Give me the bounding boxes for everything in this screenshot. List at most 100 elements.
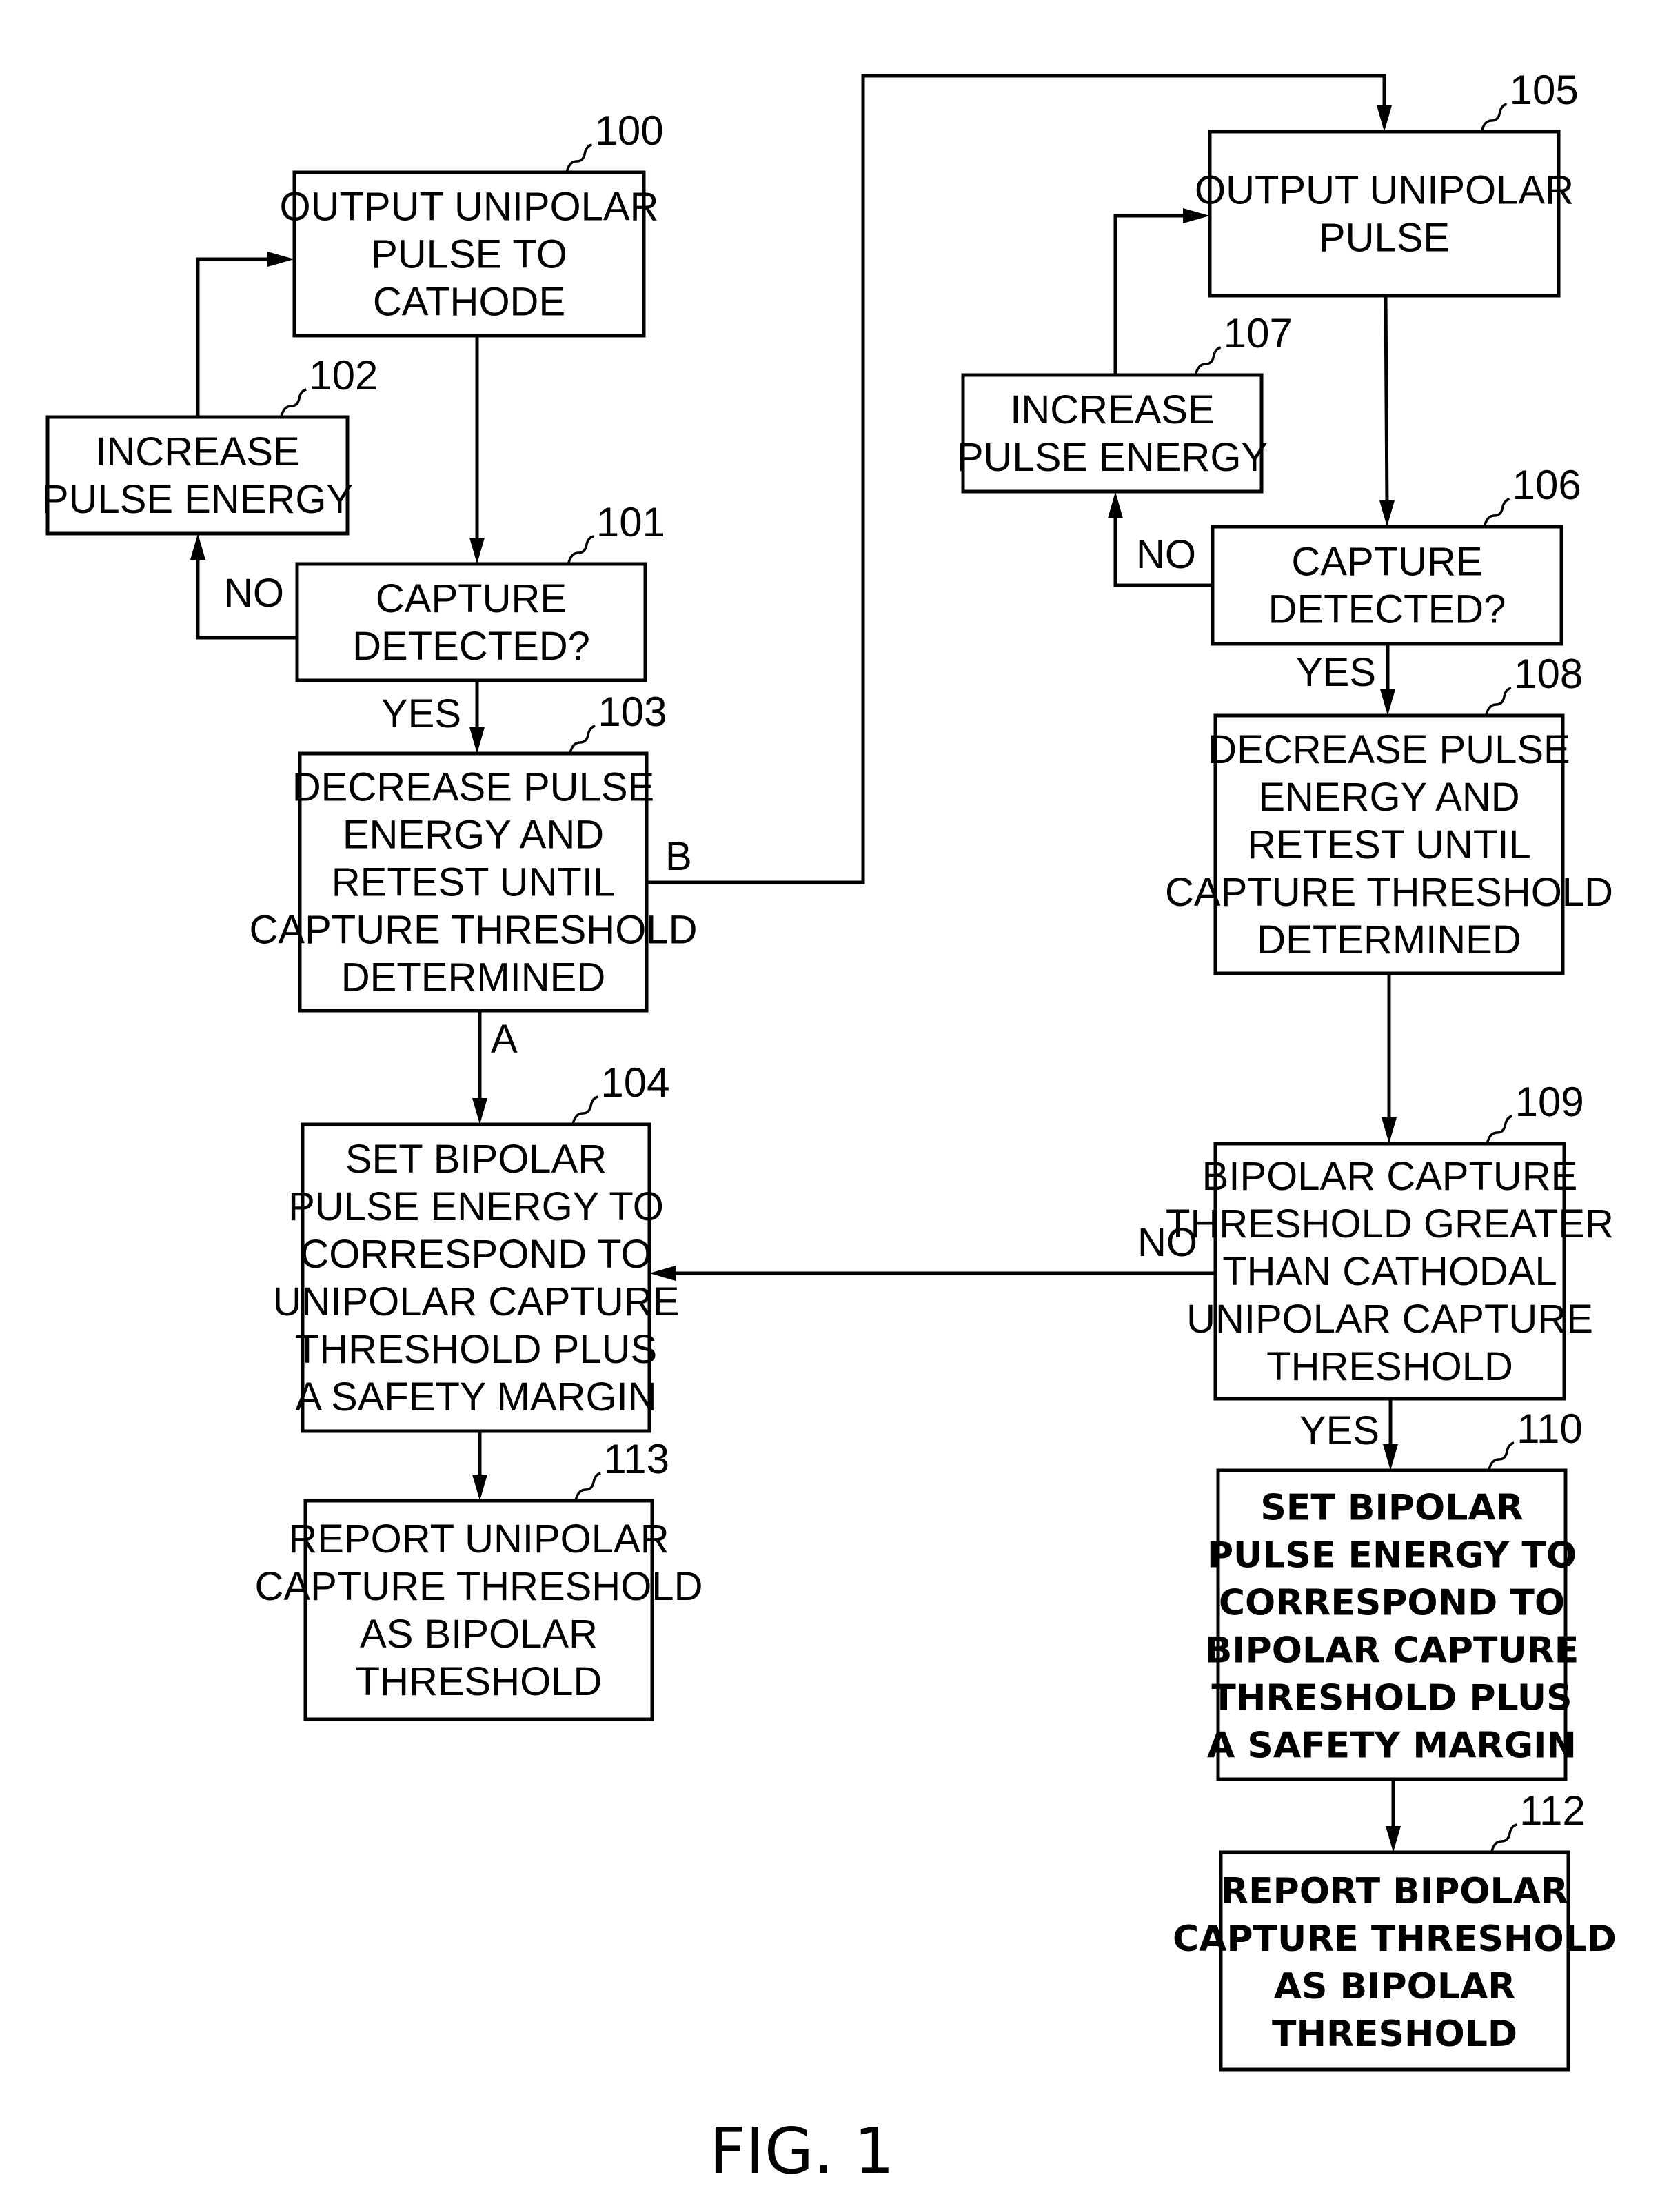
- reference-leader: [1195, 346, 1222, 374]
- arrowhead-into-107: [1108, 492, 1123, 518]
- arrowhead-into-106: [1379, 500, 1395, 527]
- box-text-line: SET BIPOLAR: [345, 1137, 607, 1182]
- edge-label-103-a: A: [491, 1017, 518, 1062]
- box-text-line: PULSE TO: [371, 232, 567, 277]
- process-box-102: INCREASEPULSE ENERGY 102: [42, 352, 378, 536]
- box-text-line: CAPTURE THRESHOLD: [255, 1564, 703, 1609]
- box-text-line: DETERMINED: [341, 955, 605, 1000]
- reference-numeral: 104: [600, 1060, 669, 1106]
- reference-leader: [569, 725, 596, 753]
- edge-label-103-b: B: [665, 834, 692, 879]
- box-text-line: ENERGY AND: [1258, 775, 1519, 820]
- box-text-line: CAPTURE THRESHOLD: [1173, 1918, 1617, 1960]
- arrowhead-into-100: [267, 252, 294, 267]
- reference-leader: [1483, 498, 1510, 526]
- reference-leader: [1488, 1441, 1515, 1470]
- arrowhead-into-101: [469, 538, 485, 564]
- box-text-line: OUTPUT UNIPOLAR: [279, 185, 658, 230]
- process-boxes: OUTPUT UNIPOLARPULSE TOCATHODE100INCREAS…: [42, 67, 1617, 2072]
- process-box-110: SET BIPOLAR PULSE ENERGY TO CORRESPOND TO B…: [1205, 1406, 1583, 1781]
- edge-label-106-yes: YES: [1296, 650, 1376, 695]
- box-text-line: PULSE ENERGY: [957, 435, 1268, 480]
- box-text-line: THRESHOLD: [1272, 2014, 1517, 2055]
- reference-numeral: 109: [1515, 1079, 1584, 1125]
- box-text-line: BIPOLAR CAPTURE: [1205, 1630, 1579, 1672]
- flowchart-figure: NO YES A B NO YES NO YES OUTPUT UNIPOLAR…: [42, 67, 1617, 2188]
- box-text-line: REPORT UNIPOLAR: [288, 1517, 669, 1561]
- arrowhead-into-110: [1383, 1444, 1398, 1470]
- box-text-line: THAN CATHODAL: [1222, 1249, 1557, 1294]
- arrowhead-into-109: [1382, 1117, 1397, 1144]
- reference-leader: [571, 1095, 598, 1124]
- reference-leader: [1485, 687, 1512, 715]
- edge-105-106: [1384, 295, 1389, 508]
- box-text-line: ENERGY AND: [343, 813, 604, 858]
- box-text-line: A SAFETY MARGIN: [295, 1375, 656, 1419]
- edge-label-101-no: NO: [224, 571, 284, 616]
- box-text-line: RETEST UNTIL: [332, 860, 615, 905]
- box-text-line: DETERMINED: [1257, 918, 1521, 962]
- box-text-line: AS BIPOLAR: [1274, 1966, 1516, 2007]
- box-text-line: PULSE ENERGY: [42, 477, 353, 522]
- process-box-104: SET BIPOLARPULSE ENERGY TOCORRESPOND TOU…: [273, 1060, 680, 1433]
- edge-107-105: [1113, 214, 1191, 375]
- box-text-line: RETEST UNTIL: [1247, 822, 1530, 867]
- box-text-line: INCREASE: [95, 429, 300, 474]
- box-text-line: DETECTED?: [1268, 587, 1506, 632]
- arrowhead-into-104-right: [649, 1266, 676, 1281]
- process-box-101: CAPTUREDETECTED? 101: [295, 499, 665, 682]
- reference-leader: [1480, 103, 1508, 131]
- reference-numeral: 112: [1519, 1787, 1586, 1834]
- process-box-106: CAPTUREDETECTED? 106: [1211, 462, 1581, 646]
- box-text-line: CATHODE: [373, 280, 565, 325]
- box-outline: [1208, 130, 1561, 298]
- box-text-line: CAPTURE THRESHOLD: [250, 908, 698, 953]
- box-text-line: UNIPOLAR CAPTURE: [273, 1279, 680, 1324]
- box-text-line: PULSE: [1319, 216, 1450, 261]
- reference-leader: [280, 388, 307, 416]
- arrowhead-into-102: [190, 534, 205, 560]
- arrowhead-into-103: [469, 727, 485, 753]
- box-text-line: DECREASE PULSE: [292, 765, 654, 810]
- box-text-line: PULSE ENERGY TO: [1207, 1535, 1577, 1577]
- process-box-105: OUTPUT UNIPOLARPULSE 105: [1195, 67, 1579, 298]
- reference-leader: [567, 535, 594, 563]
- reference-numeral: 101: [596, 499, 665, 545]
- box-text-line: THRESHOLD: [356, 1659, 603, 1704]
- reference-numeral: 113: [603, 1436, 669, 1482]
- reference-numeral: 100: [594, 108, 663, 154]
- box-text-line: OUTPUT UNIPOLAR: [1195, 168, 1574, 213]
- box-text-line: CAPTURE: [376, 576, 567, 621]
- process-box-107: INCREASEPULSE ENERGY 107: [957, 310, 1293, 494]
- box-text-line: REPORT BIPOLAR: [1221, 1871, 1568, 1912]
- edge-label-101-yes: YES: [381, 691, 461, 736]
- box-text-line: THRESHOLD GREATER: [1166, 1202, 1614, 1246]
- box-text-line: THRESHOLD PLUS: [1211, 1678, 1572, 1719]
- process-box-100: OUTPUT UNIPOLARPULSE TOCATHODE 100: [279, 108, 664, 338]
- box-text-line: PULSE ENERGY TO: [288, 1184, 664, 1229]
- box-text-line: UNIPOLAR CAPTURE: [1186, 1297, 1593, 1341]
- reference-leader: [1486, 1115, 1513, 1143]
- box-text-line: CORRESPOND TO: [300, 1232, 651, 1277]
- box-text-line: THRESHOLD PLUS: [295, 1327, 657, 1372]
- reference-numeral: 106: [1512, 462, 1581, 508]
- reference-leader: [565, 143, 592, 172]
- box-text-line: CAPTURE THRESHOLD: [1165, 870, 1613, 915]
- box-text-line: AS BIPOLAR: [360, 1612, 598, 1657]
- box-text-line: THRESHOLD: [1266, 1344, 1513, 1389]
- reference-numeral: 108: [1514, 651, 1583, 697]
- edge-102-100: [196, 257, 276, 417]
- arrowhead-into-105: [1377, 105, 1392, 132]
- arrowhead-into-108: [1380, 689, 1395, 716]
- arrowhead-into-113: [472, 1475, 487, 1501]
- box-text-line: SET BIPOLAR: [1260, 1488, 1523, 1529]
- box-text-line: DECREASE PULSE: [1208, 727, 1570, 772]
- reference-numeral: 110: [1517, 1406, 1583, 1452]
- reference-numeral: 102: [309, 352, 378, 398]
- box-text-line: BIPOLAR CAPTURE: [1202, 1154, 1578, 1199]
- box-text-line: INCREASE: [1010, 387, 1215, 432]
- edge-label-109-yes: YES: [1299, 1408, 1379, 1453]
- reference-numeral: 103: [598, 689, 667, 735]
- arrowhead-into-104: [472, 1098, 487, 1124]
- box-text-line: CAPTURE: [1291, 540, 1482, 585]
